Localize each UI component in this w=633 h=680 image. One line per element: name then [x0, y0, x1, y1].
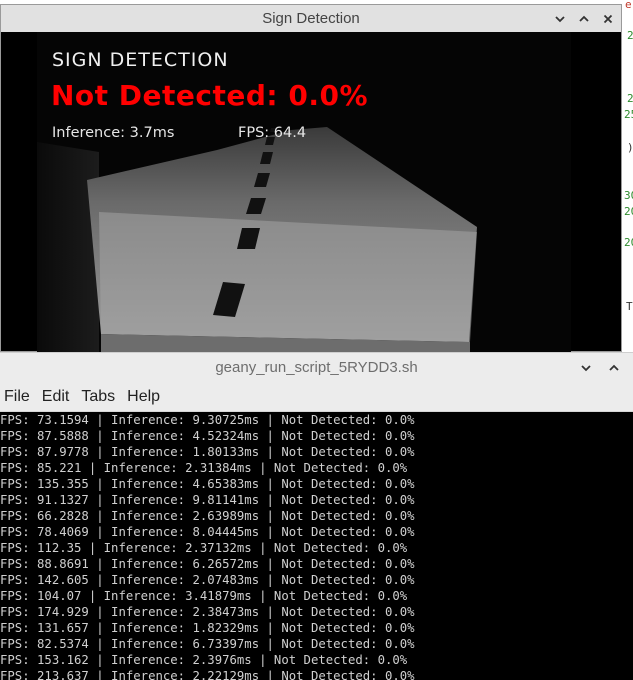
editor-fragment: 20: [624, 205, 633, 218]
window-title: Sign Detection: [262, 10, 360, 27]
detection-status: Not Detected: 0.0%: [51, 79, 369, 112]
terminal-line: FPS: 87.5888 | Inference: 4.52324ms | No…: [0, 429, 415, 443]
minimize-icon[interactable]: [553, 12, 567, 26]
terminal-line: FPS: 131.657 | Inference: 1.82329ms | No…: [0, 621, 415, 635]
terminal-line: FPS: 66.2828 | Inference: 2.63989ms | No…: [0, 509, 415, 523]
editor-fragment: ): [627, 141, 633, 154]
terminal-line: FPS: 104.07 | Inference: 3.41879ms | Not…: [0, 589, 408, 603]
terminal-line: FPS: 78.4069 | Inference: 8.04445ms | No…: [0, 525, 415, 539]
terminal-line: FPS: 87.9778 | Inference: 1.80133ms | No…: [0, 445, 415, 459]
overlay-heading: SIGN DETECTION: [52, 49, 229, 71]
close-icon[interactable]: [601, 12, 615, 26]
terminal-line: FPS: 174.929 | Inference: 2.38473ms | No…: [0, 605, 415, 619]
terminal-line: FPS: 85.221 | Inference: 2.31384ms | Not…: [0, 461, 408, 475]
editor-fragment: 2: [627, 29, 633, 42]
editor-fragment: 25: [624, 108, 633, 121]
maximize-icon[interactable]: [607, 361, 621, 375]
terminal-line: FPS: 213.637 | Inference: 2.22129ms | No…: [0, 669, 415, 680]
terminal-title: geany_run_script_5RYDD3.sh: [215, 359, 418, 376]
editor-fragment: 2: [627, 92, 633, 105]
terminal-line: FPS: 153.162 | Inference: 2.3976ms | Not…: [0, 653, 408, 667]
inference-readout: Inference: 3.7ms: [52, 125, 175, 141]
terminal-titlebar[interactable]: geany_run_script_5RYDD3.sh: [0, 352, 633, 382]
minimize-icon[interactable]: [579, 361, 593, 375]
terminal-line: FPS: 91.1327 | Inference: 9.81141ms | No…: [0, 493, 415, 507]
terminal-menubar: File Edit Tabs Help: [0, 382, 633, 412]
terminal-output[interactable]: FPS: 73.1594 | Inference: 9.30725ms | No…: [0, 412, 633, 680]
editor-fragment: 20: [624, 236, 633, 249]
terminal-line: FPS: 112.35 | Inference: 2.37132ms | Not…: [0, 541, 408, 555]
fps-readout: FPS: 64.4: [238, 125, 307, 141]
terminal-line: FPS: 135.355 | Inference: 4.65383ms | No…: [0, 477, 415, 491]
sign-detection-titlebar[interactable]: Sign Detection: [1, 5, 621, 32]
maximize-icon[interactable]: [577, 12, 591, 26]
editor-fragment: e: [625, 0, 632, 11]
terminal-window: geany_run_script_5RYDD3.sh File Edit Tab…: [0, 352, 633, 680]
terminal-line: FPS: 82.5374 | Inference: 6.73397ms | No…: [0, 637, 415, 651]
menu-file[interactable]: File: [0, 388, 36, 406]
editor-fragment: TI: [626, 300, 633, 313]
menu-edit[interactable]: Edit: [36, 388, 76, 406]
terminal-line: FPS: 142.605 | Inference: 2.07483ms | No…: [0, 573, 415, 587]
terminal-line: FPS: 73.1594 | Inference: 9.30725ms | No…: [0, 413, 415, 427]
menu-help[interactable]: Help: [121, 388, 166, 406]
camera-feed: SIGN DETECTION Not Detected: 0.0% Infere…: [37, 32, 571, 352]
terminal-line: FPS: 88.8691 | Inference: 6.26572ms | No…: [0, 557, 415, 571]
sign-detection-window: Sign Detection SIGN DETECTION Not Detect…: [0, 4, 622, 352]
menu-tabs[interactable]: Tabs: [75, 388, 121, 406]
editor-fragment: 30: [624, 189, 633, 202]
